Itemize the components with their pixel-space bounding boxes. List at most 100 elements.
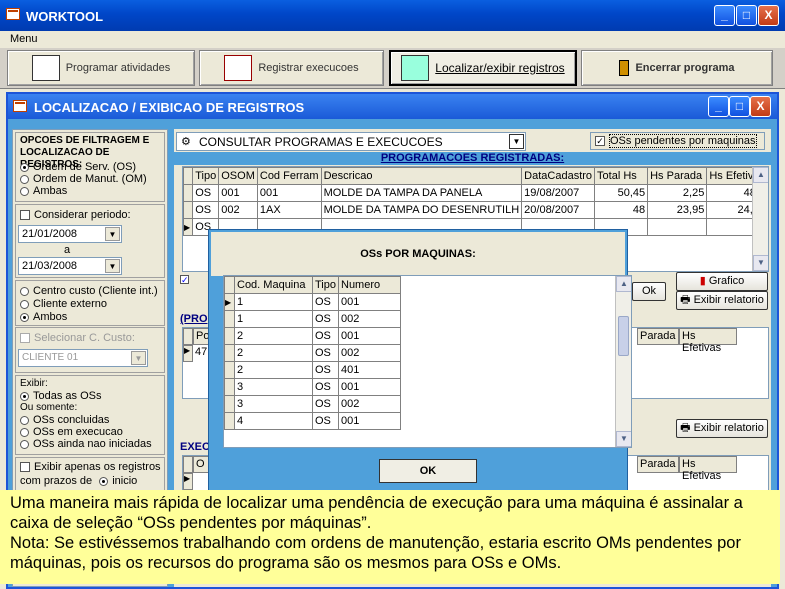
table-row[interactable]: ▶ 1 OS 001 — [224, 293, 401, 311]
show-label: Exibir: — [20, 378, 48, 389]
column-header[interactable]: Numero — [338, 276, 401, 294]
table-row[interactable]: 4 OS 001 — [224, 412, 401, 430]
query-icon: ⚙ — [181, 136, 191, 148]
radio-cliente-externo[interactable]: Cliente externo — [20, 298, 107, 310]
partial-checkbox-area[interactable]: ✓ — [180, 274, 193, 285]
minimize-button[interactable]: _ — [714, 5, 735, 26]
radio-ambas[interactable]: Ambas — [20, 185, 67, 197]
menu-item[interactable]: Menu — [10, 33, 38, 45]
exit-door-icon — [619, 60, 630, 76]
pending-by-machine-checkbox[interactable]: ✓ OSs pendentes por maquinas — [590, 132, 765, 150]
parada-header-2: Parada — [637, 456, 679, 473]
column-header[interactable]: Cod. Maquina — [234, 276, 313, 294]
column-header[interactable]: Tipo — [312, 276, 339, 294]
encerrar-programa-button[interactable]: Encerrar programa — [581, 50, 773, 86]
pro-label: (PRO — [180, 313, 208, 325]
inner-maximize-button[interactable]: □ — [729, 96, 750, 117]
inner-minimize-button[interactable]: _ — [708, 96, 729, 117]
app-icon — [6, 8, 20, 20]
caption-text-2: Nota: Se estivéssemos trabalhando com or… — [10, 534, 741, 572]
caption-text-1: Uma maneira mais rápida de localizar uma… — [10, 494, 743, 532]
date-from-picker[interactable]: 21/01/2008 ▼ — [18, 225, 122, 243]
query-select[interactable]: ⚙ CONSULTAR PROGRAMAS E EXECUCOES ▼ — [176, 132, 526, 151]
partial-row-value: 47 — [195, 346, 208, 358]
parada-header: Parada — [637, 328, 679, 345]
programar-atividades-button[interactable]: Programar atividades — [7, 50, 195, 86]
period-checkbox[interactable]: Considerar periodo: — [20, 209, 131, 221]
localizar-exibir-button[interactable]: Localizar/exibir registros — [389, 50, 577, 86]
date-to-picker[interactable]: 21/03/2008 ▼ — [18, 257, 122, 275]
exibir-relatorio-button[interactable]: 🖶 Exibir relatorio — [676, 291, 768, 310]
hs-efetivas-header: Hs Efetivas — [679, 328, 737, 354]
cost-center-group: Centro custo (Cliente int.) Cliente exte… — [15, 280, 165, 326]
select-cost-checkbox[interactable]: Selecionar C. Custo: — [20, 332, 135, 344]
programs-scrollbar[interactable]: ▲ ▼ — [752, 167, 768, 271]
column-header[interactable]: OSOM — [218, 167, 258, 185]
column-header[interactable]: DataCadastro — [521, 167, 596, 185]
registers-checkbox[interactable]: Exibir apenas os registros — [20, 461, 161, 473]
table-row[interactable]: 3 OS 002 — [224, 395, 401, 413]
close-button[interactable]: X — [758, 5, 779, 26]
table-row[interactable]: 2 OS 001 — [224, 327, 401, 345]
schedule-icon — [31, 55, 60, 81]
radio-concluidas[interactable]: OSs concluidas — [20, 414, 109, 426]
chevron-down-icon: ▼ — [105, 259, 120, 273]
machines-grid: Cod. Maquina Tipo Numero ▶ 1 OS 001 1 OS 002 2 OS 00… — [223, 275, 632, 448]
inner-title: LOCALIZACAO / EXIBICAO DE REGISTROS — [34, 100, 305, 115]
registrar-execucoes-button[interactable]: Registrar execucoes — [199, 50, 384, 86]
ok-small-button[interactable]: Ok — [632, 282, 666, 301]
programs-section-title: PROGRAMACOES REGISTRADAS: — [174, 152, 771, 165]
chart-icon: ▮ — [699, 275, 706, 287]
deadline-row: com prazos de inicio — [20, 475, 138, 487]
menubar: Menu — [0, 31, 785, 48]
checklist-icon — [224, 55, 253, 81]
scroll-down-icon: ▼ — [616, 431, 631, 447]
scroll-up-icon: ▲ — [753, 167, 768, 183]
column-header[interactable]: Cod Ferram — [256, 167, 322, 185]
table-row[interactable]: 2 OS 401 — [224, 361, 401, 379]
dialog-ok-button[interactable]: OK — [379, 459, 477, 483]
row-pointer-icon: ▶ — [183, 345, 193, 362]
chevron-down-icon: ▼ — [131, 351, 146, 365]
radio-ambos[interactable]: Ambos — [20, 311, 67, 323]
caption-box: Uma maneira mais rápida de localizar uma… — [0, 490, 780, 584]
scroll-down-icon: ▼ — [753, 255, 768, 271]
inner-close-button[interactable]: X — [750, 96, 771, 117]
scroll-thumb[interactable] — [618, 316, 629, 356]
window-titlebar: WORKTOOL _ □ X — [0, 0, 785, 31]
table-row[interactable]: OS 002 1AX MOLDE DA TAMPA DO DESENRUTILH 20/… — [183, 201, 768, 219]
table-row[interactable]: 1 OS 002 — [224, 310, 401, 328]
window-title: WORKTOOL — [26, 9, 104, 24]
radio-os[interactable]: Ordem de Serv. (OS) — [20, 161, 136, 173]
select-cost-group: Selecionar C. Custo: CLIENTE 01 ▼ — [15, 327, 165, 373]
radio-nao-iniciadas[interactable]: OSs ainda nao iniciadas — [20, 438, 152, 450]
date-separator: a — [64, 244, 71, 256]
scroll-up-icon: ▲ — [616, 276, 631, 292]
cost-center-select[interactable]: CLIENTE 01 ▼ — [18, 349, 148, 367]
machines-table: Cod. Maquina Tipo Numero ▶ 1 OS 001 1 OS 002 2 OS 00… — [224, 276, 401, 430]
maximize-button[interactable]: □ — [736, 5, 757, 26]
radio-centro-custo[interactable]: Centro custo (Cliente int.) — [20, 285, 158, 297]
column-header[interactable]: Total Hs — [594, 167, 649, 185]
show-group: Exibir: Todas as OSs Ou somente: OSs con… — [15, 375, 165, 455]
only-label: Ou somente: — [20, 402, 78, 413]
search-records-icon — [401, 55, 430, 81]
chevron-down-icon: ▼ — [105, 227, 120, 241]
table-row[interactable]: 3 OS 001 — [224, 378, 401, 396]
exibir-relatorio-2-button[interactable]: 🖶 Exibir relatorio — [676, 419, 768, 438]
table-row[interactable]: 2 OS 002 — [224, 344, 401, 362]
chevron-down-icon: ▼ — [509, 134, 524, 149]
machines-dialog: OSs POR MAQUINAS: Cod. Maquina Tipo Numero… — [208, 229, 632, 492]
inner-app-icon — [13, 100, 27, 112]
column-header[interactable]: Descricao — [320, 167, 523, 185]
column-header[interactable]: Tipo — [192, 167, 220, 185]
machines-scrollbar[interactable]: ▲ ▼ — [615, 276, 631, 447]
dialog-title: OSs POR MAQUINAS: — [211, 232, 625, 276]
radio-om[interactable]: Ordem de Manut. (OM) — [20, 173, 147, 185]
inner-titlebar: LOCALIZACAO / EXIBICAO DE REGISTROS _ □ … — [8, 94, 777, 119]
column-header[interactable]: Hs Parada — [647, 167, 708, 185]
grafico-button[interactable]: ▮ Grafico — [676, 272, 768, 291]
radio-todas[interactable]: Todas as OSs — [20, 390, 101, 402]
table-row[interactable]: OS 001 001 MOLDE DA TAMPA DA PANELA 19/08/20… — [183, 184, 768, 202]
radio-em-execucao[interactable]: OSs em execucao — [20, 426, 123, 438]
